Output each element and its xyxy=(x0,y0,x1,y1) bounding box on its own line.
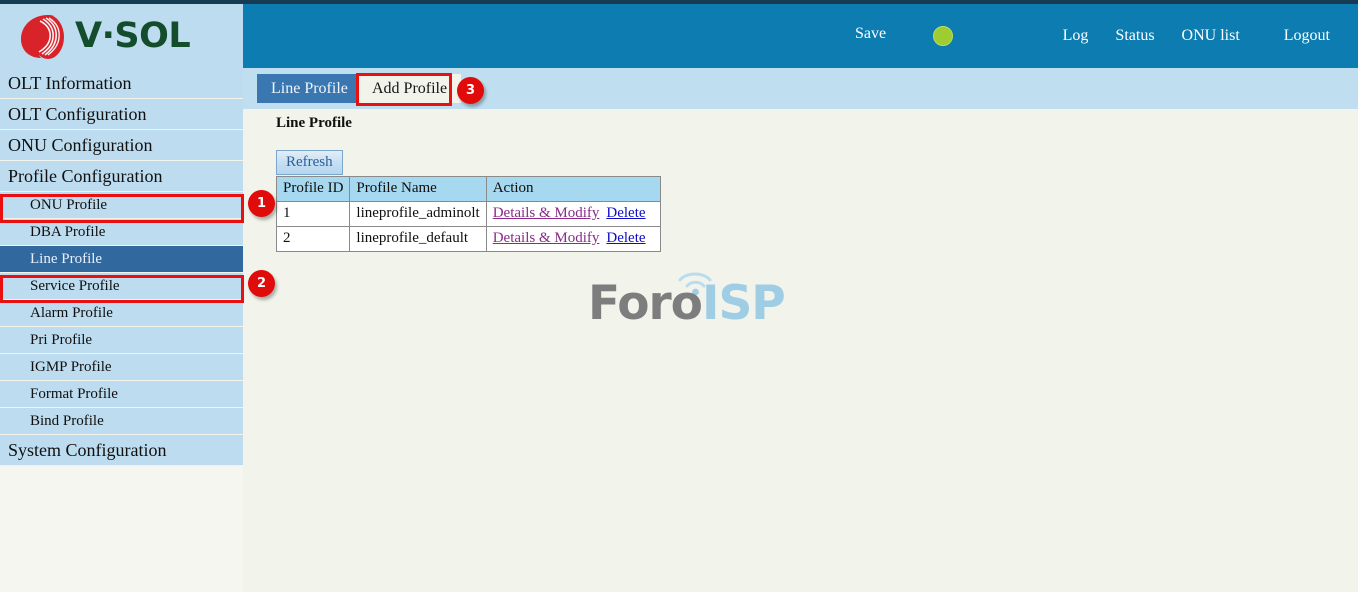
column-header-profile-id: Profile ID xyxy=(277,177,350,202)
sidebar-item-service-profile[interactable]: Service Profile xyxy=(0,273,243,300)
tab-add-profile[interactable]: Add Profile xyxy=(358,74,461,103)
sidebar-item-alarm-profile[interactable]: Alarm Profile xyxy=(0,300,243,327)
sidebar-item-profile-configuration[interactable]: Profile Configuration xyxy=(0,161,243,192)
page-title: Line Profile xyxy=(276,115,352,132)
foroisp-watermark: ForoISP xyxy=(588,266,788,336)
header-link-logout[interactable]: Logout xyxy=(1284,27,1330,45)
sidebar-item-dba-profile[interactable]: DBA Profile xyxy=(0,219,243,246)
header-link-status[interactable]: Status xyxy=(1115,27,1154,45)
status-dot-icon xyxy=(933,26,953,46)
sidebar-item-line-profile[interactable]: Line Profile xyxy=(0,246,243,273)
column-header-action: Action xyxy=(486,177,660,202)
cell-action: Details & Modify Delete xyxy=(486,227,660,252)
sidebar-item-onu-profile[interactable]: ONU Profile xyxy=(0,192,243,219)
cell-profile-name: lineprofile_default xyxy=(350,227,486,252)
sidebar-item-pri-profile[interactable]: Pri Profile xyxy=(0,327,243,354)
wifi-tower-icon xyxy=(588,266,788,336)
header-link-log[interactable]: Log xyxy=(1063,27,1089,45)
brand-wordmark: V·SOL xyxy=(75,19,190,54)
line-profile-table: Profile ID Profile Name Action 1 linepro… xyxy=(276,176,661,252)
column-header-profile-name: Profile Name xyxy=(350,177,486,202)
save-button[interactable]: Save xyxy=(855,25,886,43)
sidebar-nav: OLT Information OLT Configuration ONU Co… xyxy=(0,68,243,466)
olt-web-ui: V·SOL Save Log Status ONU list Logout Li… xyxy=(0,0,1358,592)
top-header-bar: Save Log Status ONU list Logout xyxy=(243,4,1358,68)
sidebar-item-olt-configuration[interactable]: OLT Configuration xyxy=(0,99,243,130)
watermark-text-secondary: ISP xyxy=(702,276,785,331)
cell-profile-id: 2 xyxy=(277,227,350,252)
sidebar-item-igmp-profile[interactable]: IGMP Profile xyxy=(0,354,243,381)
sidebar-item-olt-information[interactable]: OLT Information xyxy=(0,68,243,99)
vsol-spiral-logo-icon xyxy=(18,11,66,61)
brand-logo-panel: V·SOL xyxy=(0,4,243,68)
cell-profile-id: 1 xyxy=(277,202,350,227)
cell-action: Details & Modify Delete xyxy=(486,202,660,227)
watermark-text-primary: Foro xyxy=(588,276,702,331)
tab-strip: Line Profile Add Profile xyxy=(243,68,1358,109)
sidebar-item-system-configuration[interactable]: System Configuration xyxy=(0,435,243,466)
table-row: 2 lineprofile_default Details & ModifyDe… xyxy=(277,227,661,252)
table-header-row: Profile ID Profile Name Action xyxy=(277,177,661,202)
header-link-onu-list[interactable]: ONU list xyxy=(1182,27,1240,45)
watermark-text: ForoISP xyxy=(588,280,785,327)
table-row: 1 lineprofile_adminolt Details & ModifyD… xyxy=(277,202,661,227)
sidebar-item-format-profile[interactable]: Format Profile xyxy=(0,381,243,408)
refresh-button[interactable]: Refresh xyxy=(276,150,343,175)
delete-link[interactable]: Delete xyxy=(606,205,645,221)
details-modify-link[interactable]: Details & Modify xyxy=(493,205,600,221)
main-content: Line Profile Refresh Profile ID Profile … xyxy=(243,109,1358,592)
details-modify-link[interactable]: Details & Modify xyxy=(493,230,600,246)
header-nav-links: Log Status ONU list Logout xyxy=(1063,4,1338,68)
cell-profile-name: lineprofile_adminolt xyxy=(350,202,486,227)
tab-line-profile[interactable]: Line Profile xyxy=(257,74,362,103)
sidebar-item-bind-profile[interactable]: Bind Profile xyxy=(0,408,243,435)
delete-link[interactable]: Delete xyxy=(606,230,645,246)
sidebar-item-onu-configuration[interactable]: ONU Configuration xyxy=(0,130,243,161)
